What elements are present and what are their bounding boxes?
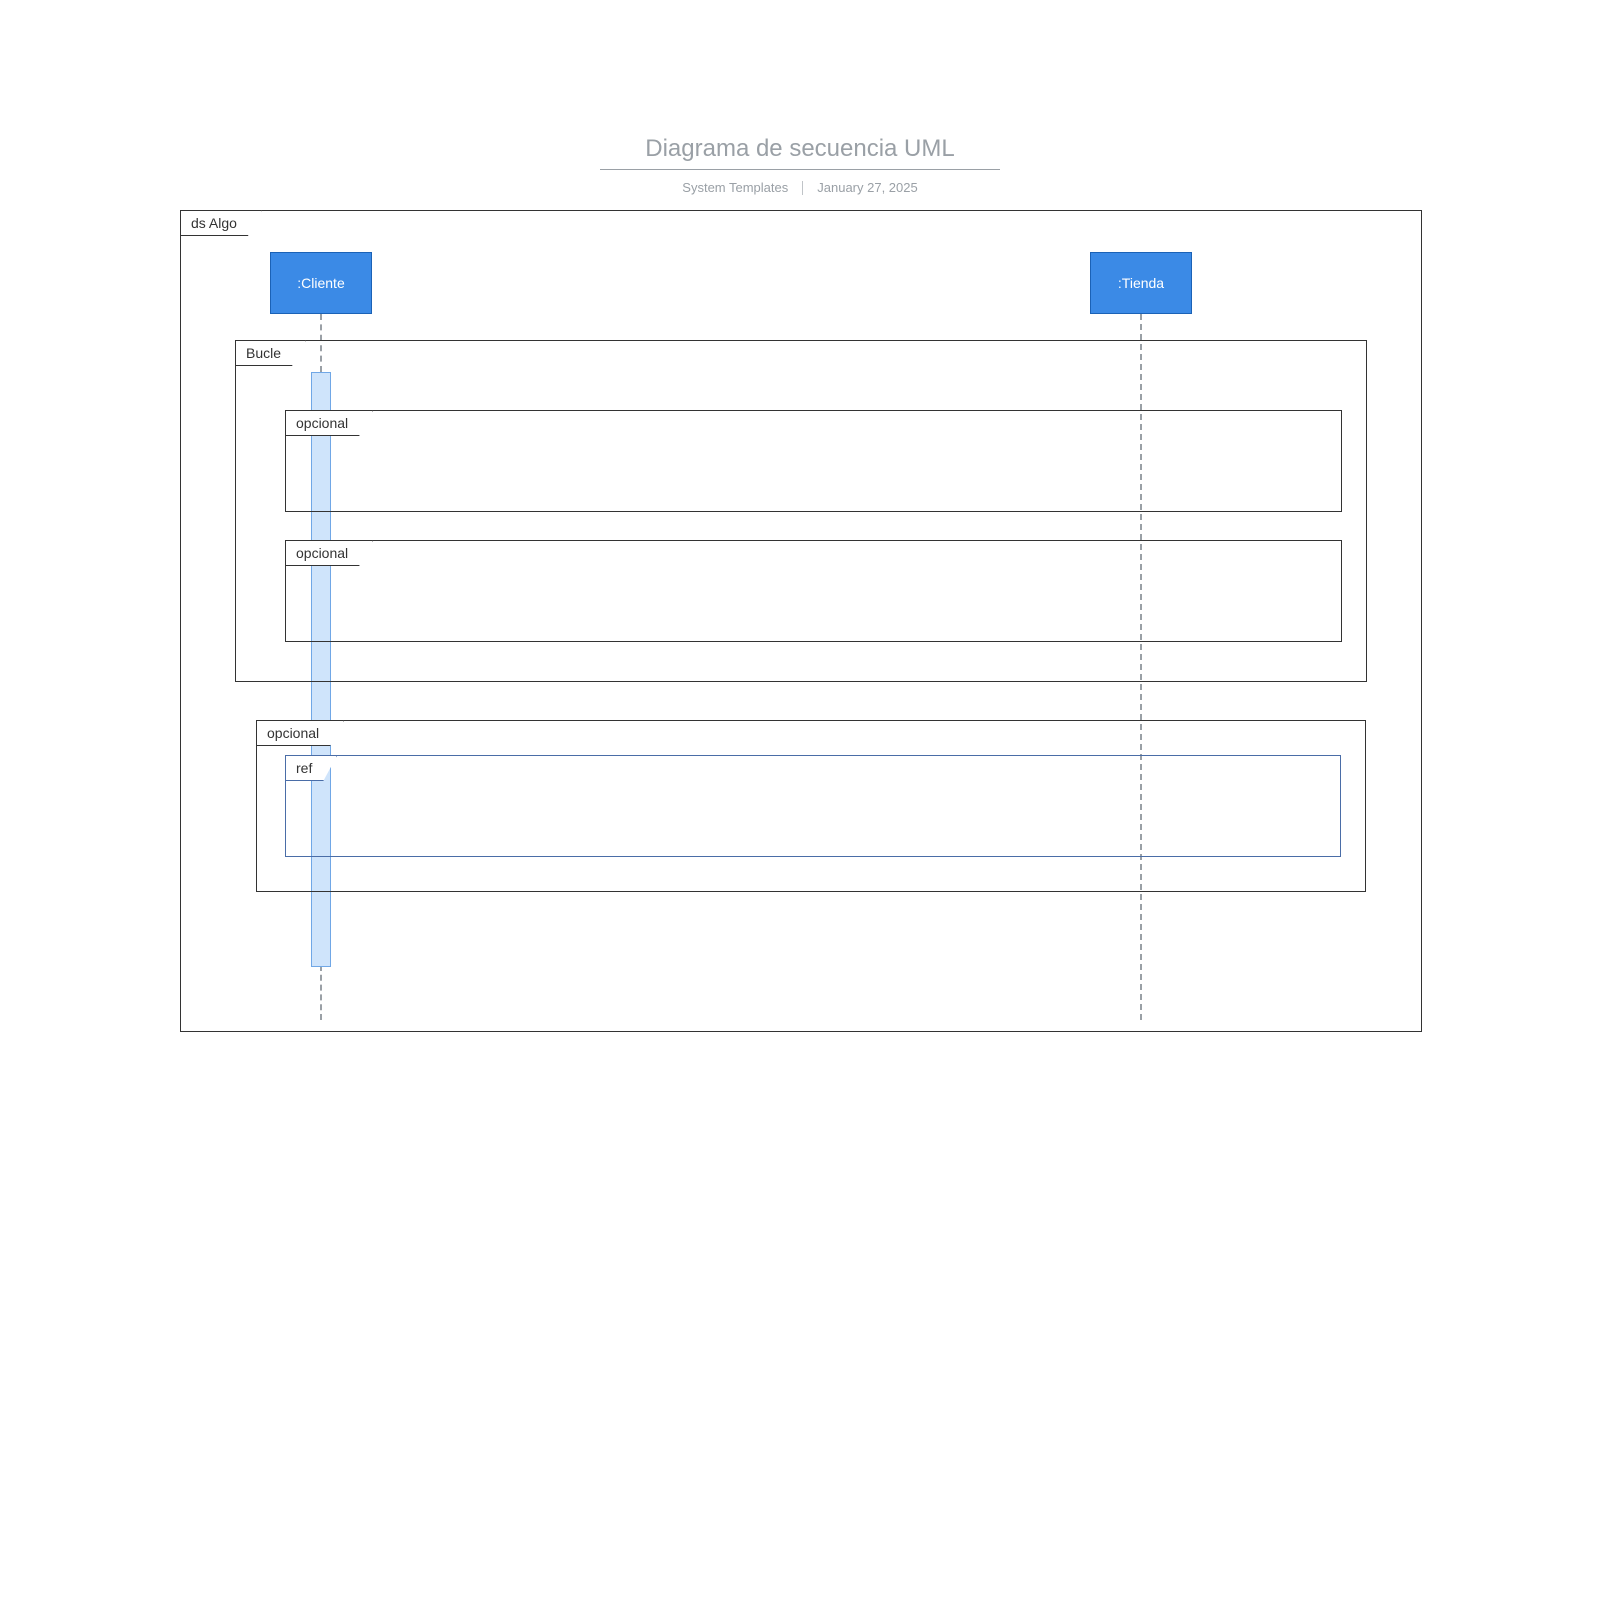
diagram-title: Diagrama de secuencia UML bbox=[600, 135, 1000, 170]
opt-fragment-1-label: opcional bbox=[285, 410, 373, 436]
subtitle-row: System Templates January 27, 2025 bbox=[520, 180, 1080, 195]
subtitle-separator bbox=[802, 181, 803, 195]
lifeline-cliente-label: :Cliente bbox=[297, 275, 344, 291]
ref-fragment: ref bbox=[285, 755, 1341, 857]
subtitle-date: January 27, 2025 bbox=[817, 180, 917, 195]
opt-fragment-2-label: opcional bbox=[285, 540, 373, 566]
opt-fragment-2: opcional bbox=[285, 540, 1342, 642]
lifeline-cliente-line-bottom bbox=[320, 965, 322, 1020]
opt-fragment-3-label: opcional bbox=[256, 720, 344, 746]
lifeline-tienda-label: :Tienda bbox=[1118, 275, 1164, 291]
ref-fragment-label: ref bbox=[285, 755, 337, 781]
opt-fragment-1: opcional bbox=[285, 410, 1342, 512]
lifeline-tienda: :Tienda bbox=[1090, 252, 1192, 314]
subtitle-author: System Templates bbox=[682, 180, 788, 195]
lifeline-cliente: :Cliente bbox=[270, 252, 372, 314]
title-block: Diagrama de secuencia UML System Templat… bbox=[520, 135, 1080, 195]
outer-frame-label: ds Algo bbox=[180, 210, 262, 236]
loop-fragment-label: Bucle bbox=[235, 340, 306, 366]
diagram-canvas: Diagrama de secuencia UML System Templat… bbox=[0, 0, 1600, 1600]
